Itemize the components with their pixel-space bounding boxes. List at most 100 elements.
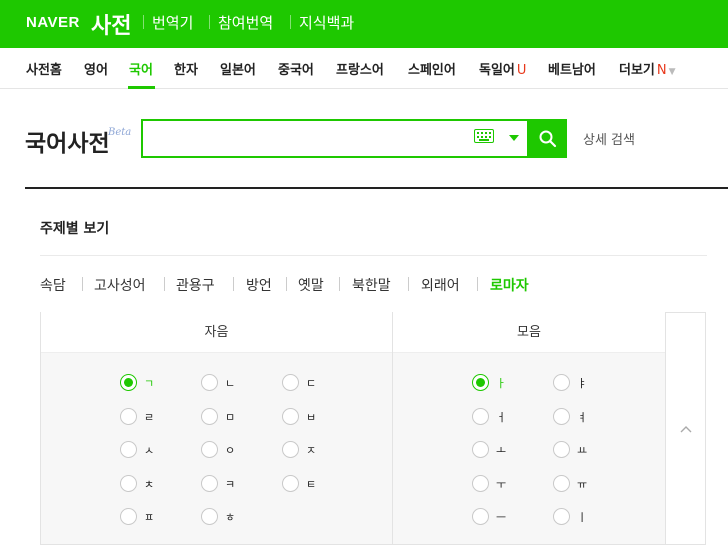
consonant-radio[interactable] xyxy=(201,441,218,458)
category-expressions[interactable]: 관용구 xyxy=(176,275,215,295)
consonant-radio[interactable] xyxy=(282,441,299,458)
column-divider xyxy=(665,312,666,545)
consonant-radio[interactable] xyxy=(282,474,299,492)
top-bar: NAVER 사전 번역기 참여번역 지식백과 xyxy=(0,0,728,48)
category-dialect[interactable]: 방언 xyxy=(246,275,272,295)
nav-item-english[interactable]: 영어 xyxy=(84,59,108,78)
beta-label: Beta xyxy=(108,127,132,138)
vowel-label[interactable]: ㅏ xyxy=(496,375,506,391)
vowel-radio[interactable] xyxy=(553,508,570,525)
consonant-radio[interactable] xyxy=(282,407,299,425)
separator xyxy=(408,277,409,291)
consonant-label[interactable]: ㅊ xyxy=(144,476,154,492)
vowel-label[interactable]: ㅡ xyxy=(496,509,506,525)
vowel-label[interactable]: ㅣ xyxy=(577,509,587,525)
search-input[interactable] xyxy=(149,126,469,152)
nav-item-label: 독일어 xyxy=(479,63,515,78)
separator xyxy=(82,277,83,291)
consonant-radio[interactable] xyxy=(120,508,137,525)
category-loanwords[interactable]: 외래어 xyxy=(421,275,460,295)
category-north-korean[interactable]: 북한말 xyxy=(352,275,391,295)
dictionary-title[interactable]: 사전 xyxy=(91,8,131,40)
vowel-radio[interactable] xyxy=(553,441,570,458)
consonant-label[interactable]: ㄷ xyxy=(306,375,316,391)
consonant-label[interactable]: ㅇ xyxy=(225,442,235,458)
consonant-label[interactable]: ㅁ xyxy=(225,409,235,425)
consonant-radio[interactable] xyxy=(201,474,218,492)
consonant-radio[interactable] xyxy=(201,508,218,525)
separator xyxy=(339,277,340,291)
consonant-label[interactable]: ㅌ xyxy=(306,476,316,492)
vowel-label[interactable]: ㅜ xyxy=(496,476,506,492)
vowel-radio[interactable] xyxy=(553,374,570,391)
vowel-radio[interactable] xyxy=(472,508,489,525)
vowel-radio[interactable] xyxy=(553,474,570,492)
dictionary-name[interactable]: 국어사전 xyxy=(25,124,110,158)
category-idioms[interactable]: 고사성어 xyxy=(94,275,146,295)
consonant-label[interactable]: ㅍ xyxy=(144,509,154,525)
link-translator[interactable]: 번역기 xyxy=(152,12,193,33)
link-participation-translation[interactable]: 참여번역 xyxy=(218,12,273,33)
consonant-radio[interactable] xyxy=(120,374,137,391)
dictionary-nav: 사전홈 영어 국어 한자 일본어 중국어 프랑스어 스페인어 독일어 U 베트남어… xyxy=(0,48,728,89)
section-title: 주제별 보기 xyxy=(40,221,110,237)
vowel-radio[interactable] xyxy=(472,407,489,425)
nav-item-french[interactable]: 프랑스어 xyxy=(336,59,384,78)
consonant-radio[interactable] xyxy=(120,474,137,492)
divider xyxy=(25,187,728,189)
nav-item-hanja[interactable]: 한자 xyxy=(174,59,198,78)
active-tab-indicator xyxy=(128,86,155,89)
vowel-radio[interactable] xyxy=(472,441,489,458)
consonant-label[interactable]: ㅅ xyxy=(144,442,154,458)
naver-logo[interactable]: NAVER xyxy=(26,14,80,31)
keyboard-icon[interactable] xyxy=(474,129,494,143)
nav-item-japanese[interactable]: 일본어 xyxy=(220,59,256,78)
consonants-header: 자음 xyxy=(41,312,392,353)
new-badge: N xyxy=(656,63,667,78)
consonant-label[interactable]: ㄹ xyxy=(144,409,154,425)
consonant-label[interactable]: ㅈ xyxy=(306,442,316,458)
separator xyxy=(233,277,234,291)
nav-item-spanish[interactable]: 스페인어 xyxy=(408,59,456,78)
vowel-label[interactable]: ㅑ xyxy=(577,375,587,391)
category-old-words[interactable]: 옛말 xyxy=(298,275,324,295)
consonant-label[interactable]: ㅂ xyxy=(306,409,316,425)
vowels-header: 모음 xyxy=(393,312,665,353)
consonant-label[interactable]: ㄱ xyxy=(144,375,154,391)
nav-item-german[interactable]: 독일어 U xyxy=(479,59,526,78)
vowel-label[interactable]: ㅠ xyxy=(577,476,587,492)
vowel-label[interactable]: ㅓ xyxy=(496,409,506,425)
search-icon xyxy=(539,130,557,148)
dropdown-caret-icon[interactable] xyxy=(509,135,519,141)
chevron-down-icon: ▼ xyxy=(668,67,676,77)
consonant-label[interactable]: ㄴ xyxy=(225,375,235,391)
update-badge: U xyxy=(516,63,527,78)
consonant-label[interactable]: ㅋ xyxy=(225,476,235,492)
column-divider xyxy=(392,312,393,545)
consonant-label[interactable]: ㅎ xyxy=(225,509,235,525)
chevron-up-icon[interactable] xyxy=(679,424,693,434)
nav-item-vietnamese[interactable]: 베트남어 xyxy=(548,59,596,78)
vowel-radio[interactable] xyxy=(472,374,489,391)
link-knowledge-encyclopedia[interactable]: 지식백과 xyxy=(299,12,354,33)
detail-search-link[interactable]: 상세 검색 xyxy=(583,129,635,148)
nav-item-home[interactable]: 사전홈 xyxy=(26,59,62,78)
vowel-label[interactable]: ㅗ xyxy=(496,442,506,458)
nav-item-label: 더보기 xyxy=(619,63,655,78)
vowel-label[interactable]: ㅛ xyxy=(577,442,587,458)
consonant-radio[interactable] xyxy=(282,374,299,391)
search-button[interactable] xyxy=(529,119,567,158)
category-romanization[interactable]: 로마자 xyxy=(490,275,529,295)
consonant-radio[interactable] xyxy=(120,407,137,425)
vowel-radio[interactable] xyxy=(553,407,570,425)
consonant-radio[interactable] xyxy=(201,374,218,391)
consonant-radio[interactable] xyxy=(120,441,137,458)
category-proverbs[interactable]: 속담 xyxy=(40,275,66,295)
separator xyxy=(164,277,165,291)
vowel-radio[interactable] xyxy=(472,474,489,492)
vowel-label[interactable]: ㅕ xyxy=(577,409,587,425)
nav-item-more[interactable]: 더보기 N ▼ xyxy=(619,59,676,78)
nav-item-chinese[interactable]: 중국어 xyxy=(278,59,314,78)
consonant-radio[interactable] xyxy=(201,407,218,425)
nav-item-korean[interactable]: 국어 xyxy=(129,59,153,78)
